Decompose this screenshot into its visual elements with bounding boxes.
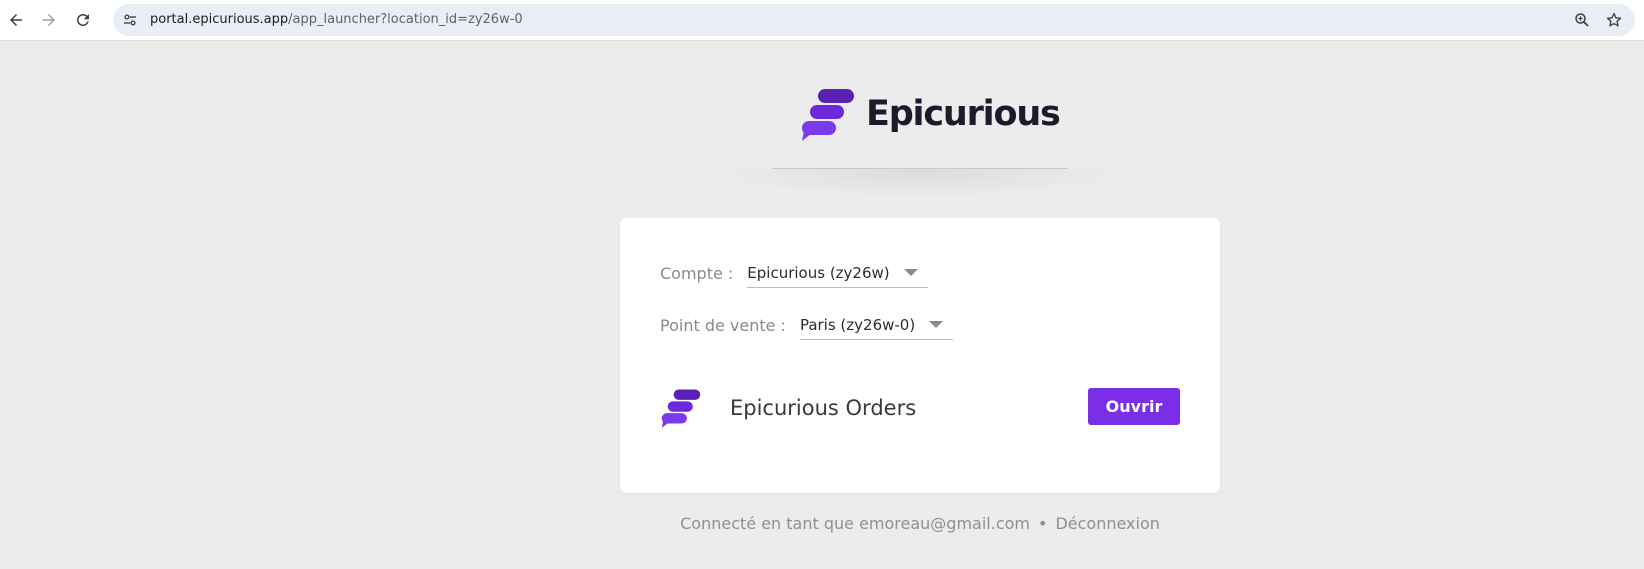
- brand-logo: Epicurious: [800, 86, 1061, 142]
- logo-divider: [772, 168, 1068, 169]
- reload-button[interactable]: [71, 8, 95, 32]
- location-select[interactable]: Paris (zy26w-0): [799, 310, 954, 340]
- account-select[interactable]: Epicurious (zy26w): [747, 258, 928, 288]
- logout-link[interactable]: Déconnexion: [1055, 514, 1159, 533]
- url-text[interactable]: portal.epicurious.app/app_launcher?locat…: [150, 4, 523, 36]
- tune-icon[interactable]: [121, 11, 139, 29]
- session-footer: Connecté en tant que emoreau@gmail.com • D…: [0, 514, 1644, 533]
- browser-toolbar: portal.epicurious.app/app_launcher?locat…: [0, 0, 1644, 41]
- footer-separator: •: [1038, 514, 1048, 533]
- app-name: Epicurious Orders: [730, 396, 917, 420]
- zoom-icon[interactable]: [1573, 11, 1591, 29]
- account-label: Compte :: [660, 263, 734, 283]
- app-row: Epicurious Orders Ouvrir: [660, 386, 1180, 430]
- epicurious-app-icon: [661, 389, 701, 428]
- account-row: Compte : Epicurious (zy26w): [660, 258, 928, 288]
- account-select-value: Epicurious (zy26w): [747, 263, 890, 282]
- epicurious-logo-icon: [802, 89, 854, 141]
- location-select-value: Paris (zy26w-0): [799, 315, 916, 334]
- address-bar[interactable]: portal.epicurious.app/app_launcher?locat…: [113, 4, 1635, 36]
- url-path: /app_launcher?location_id=zy26w-0: [288, 12, 523, 27]
- logo-shadow: [700, 169, 1140, 199]
- open-button[interactable]: Ouvrir: [1088, 388, 1180, 425]
- logged-in-text: Connecté en tant que emoreau@gmail.com: [680, 514, 1030, 533]
- launcher-card: Compte : Epicurious (zy26w) Point de ven…: [620, 218, 1220, 493]
- location-row: Point de vente : Paris (zy26w-0): [660, 310, 954, 340]
- reload-icon: [77, 13, 89, 26]
- url-host: portal.epicurious.app: [150, 12, 289, 27]
- location-label: Point de vente :: [660, 315, 786, 335]
- arrow-left-icon: [10, 14, 22, 26]
- caret-down-icon: [903, 269, 918, 276]
- brand-name: Epicurious: [866, 94, 1061, 134]
- back-button[interactable]: [4, 8, 28, 32]
- caret-down-icon: [929, 321, 944, 328]
- arrow-right-icon: [43, 14, 55, 26]
- star-icon[interactable]: [1605, 11, 1623, 29]
- forward-button[interactable]: [37, 8, 61, 32]
